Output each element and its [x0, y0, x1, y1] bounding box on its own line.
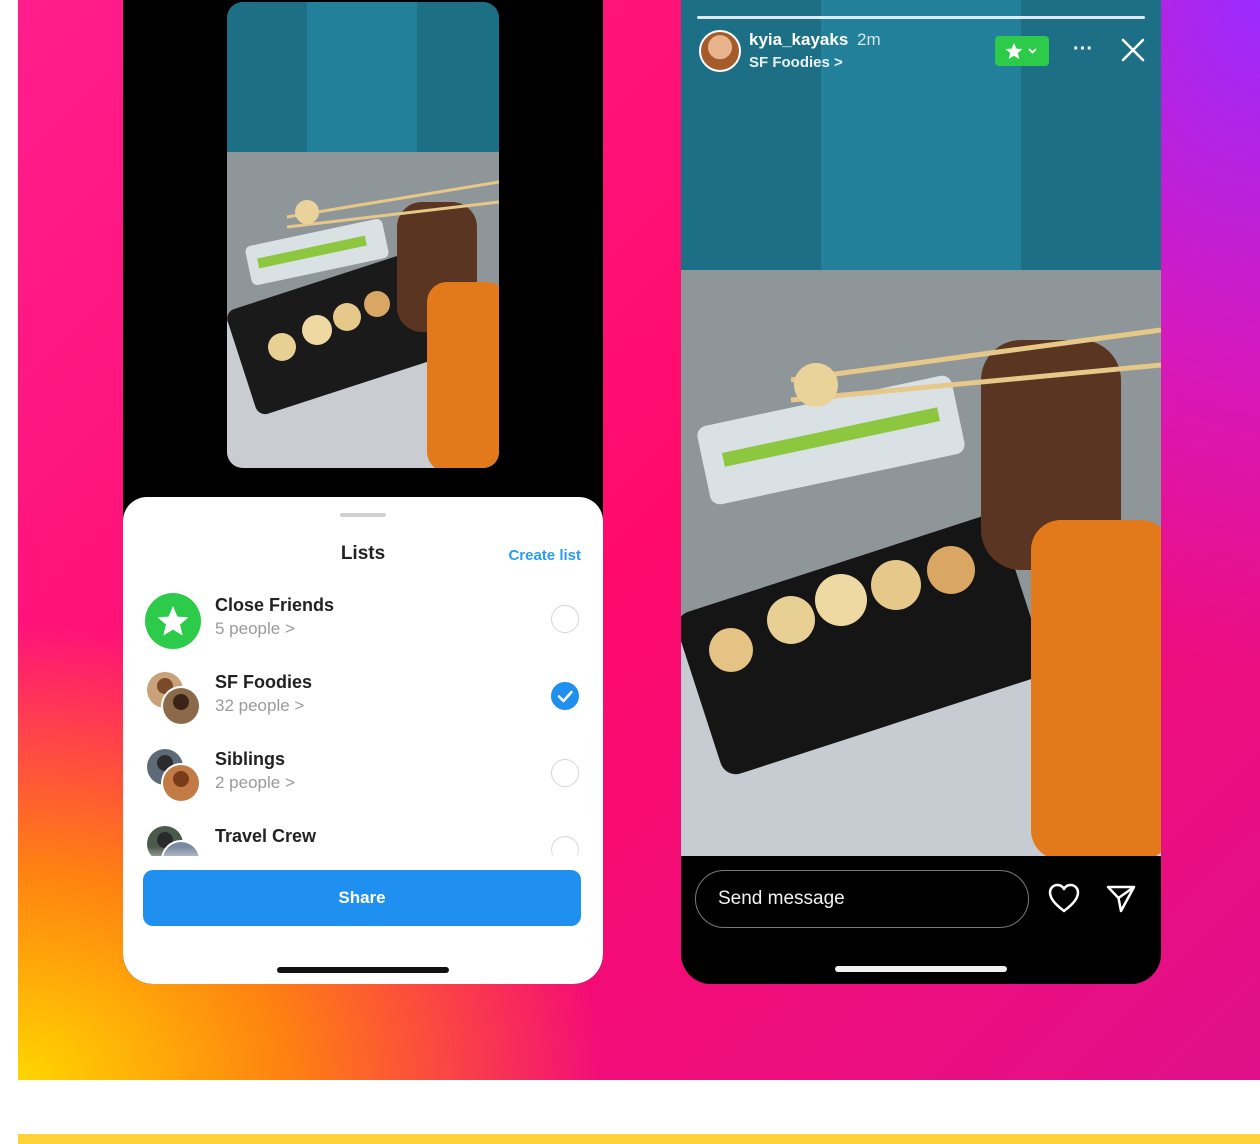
send-message-placeholder: Send message	[718, 888, 845, 909]
story-username[interactable]: kyia_kayaks	[749, 30, 848, 50]
list-item-name: Siblings	[215, 749, 286, 769]
sheet-grabber[interactable]	[340, 513, 386, 517]
story-author-avatar[interactable]	[699, 30, 741, 72]
list-item-name: SF Foodies	[215, 672, 313, 692]
story-photo-preview	[227, 2, 499, 468]
chevron-right-icon: >	[284, 619, 295, 638]
list-item-siblings[interactable]: Siblings 2 people >	[123, 739, 603, 811]
share-button[interactable]: Share	[143, 870, 581, 926]
list-item-name: Travel Crew	[215, 826, 317, 846]
heart-icon[interactable]	[1047, 882, 1081, 914]
bottom-accent-bar	[18, 1134, 1260, 1144]
story-progress-bar	[697, 16, 1145, 19]
home-indicator	[835, 966, 1007, 972]
lists-bottom-sheet: Lists Create list Close Friends 5 people…	[123, 497, 603, 984]
list-item-name: Close Friends	[215, 595, 335, 615]
radio-siblings[interactable]	[551, 759, 579, 787]
list-item-count: 32 people >	[215, 696, 305, 715]
home-indicator	[277, 967, 449, 973]
group-avatar	[143, 668, 203, 728]
chevron-right-icon: >	[834, 54, 843, 71]
list-item-close-friends[interactable]: Close Friends 5 people >	[123, 585, 603, 657]
close-friends-badge[interactable]	[995, 36, 1049, 66]
star-icon	[1005, 43, 1037, 59]
checkmark-icon	[557, 690, 573, 702]
list-fade	[123, 847, 603, 871]
chevron-right-icon: >	[294, 696, 305, 715]
send-message-input[interactable]: Send message	[695, 870, 1029, 928]
phone-left-list-picker: Lists Create list Close Friends 5 people…	[123, 0, 603, 984]
list-item-sf-foodies[interactable]: SF Foodies 32 people >	[123, 662, 603, 734]
group-avatar	[143, 745, 203, 805]
radio-sf-foodies-checked[interactable]	[551, 682, 579, 710]
sushi-train-photo	[227, 2, 499, 468]
story-list-label[interactable]: SF Foodies >	[749, 54, 843, 71]
star-icon	[143, 591, 203, 651]
more-options-icon[interactable]: ···	[1073, 38, 1093, 61]
chevron-right-icon: >	[284, 773, 295, 792]
close-icon[interactable]	[1119, 36, 1147, 64]
sushi-train-photo	[681, 0, 1161, 856]
create-list-button[interactable]: Create list	[508, 547, 581, 564]
story-photo: kyia_kayaks 2m SF Foodies > ···	[681, 0, 1161, 856]
radio-close-friends[interactable]	[551, 605, 579, 633]
list-item-count: 2 people >	[215, 773, 295, 792]
phone-right-story-viewer: kyia_kayaks 2m SF Foodies > ··· Send mes…	[681, 0, 1161, 984]
story-timestamp: 2m	[857, 30, 881, 49]
list-item-count: 5 people >	[215, 619, 295, 638]
send-icon[interactable]	[1105, 882, 1137, 914]
